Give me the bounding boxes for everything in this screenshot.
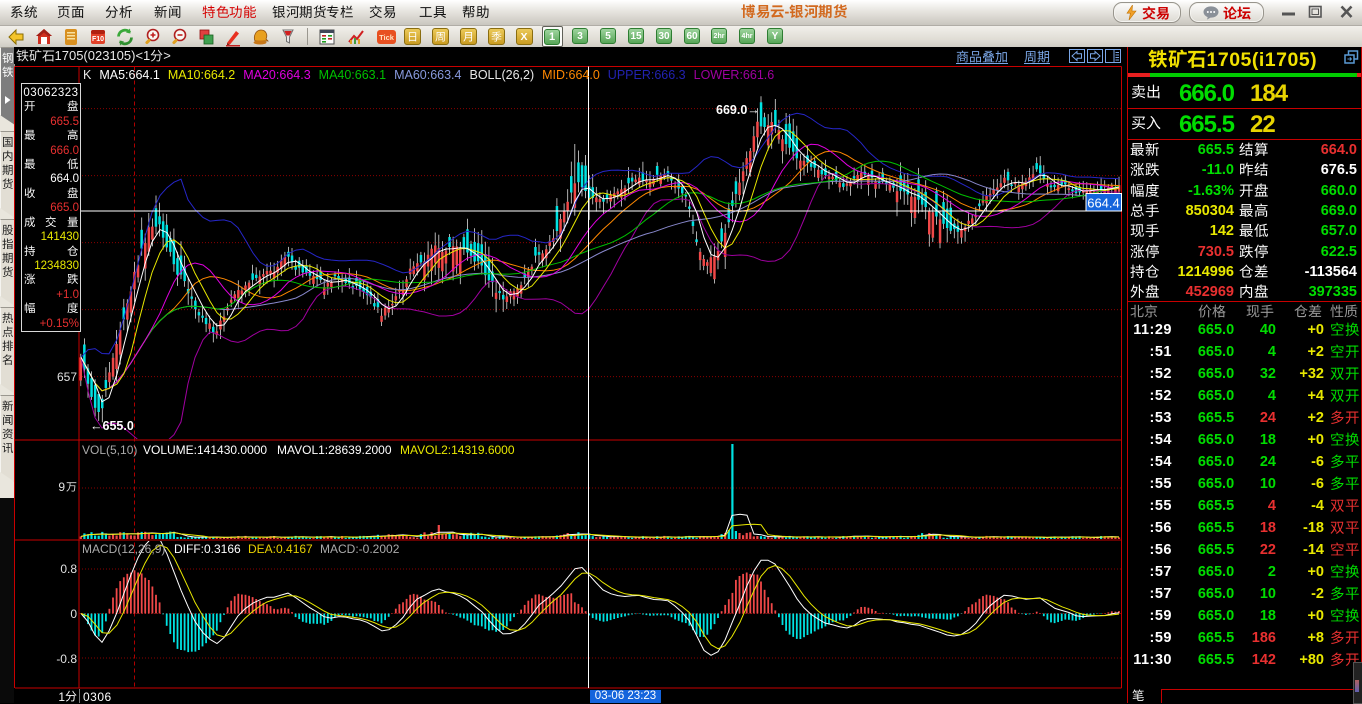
svg-text:MACD(12,26,9): MACD(12,26,9)	[82, 542, 165, 556]
svg-text:VOL(5,10): VOL(5,10)	[82, 443, 137, 457]
svg-text:0: 0	[70, 607, 77, 621]
svg-text:657: 657	[57, 370, 77, 384]
svg-text:VOLUME:141430.0000: VOLUME:141430.0000	[143, 443, 267, 457]
svg-text:DEA:0.4167: DEA:0.4167	[248, 542, 313, 556]
svg-text:669.0→: 669.0→	[716, 103, 760, 117]
svg-text:←655.0: ←655.0	[90, 419, 134, 433]
svg-text:664.4: 664.4	[1087, 196, 1120, 211]
svg-text:-0.8: -0.8	[56, 652, 77, 666]
svg-text:DIFF:0.3166: DIFF:0.3166	[174, 542, 241, 556]
svg-text:MACD:-0.2002: MACD:-0.2002	[320, 542, 400, 556]
svg-text:MAVOL2:14319.6000: MAVOL2:14319.6000	[400, 443, 515, 457]
svg-text:MAVOL1:28639.2000: MAVOL1:28639.2000	[277, 443, 392, 457]
svg-text:9: 9	[58, 480, 65, 494]
svg-text:0.8: 0.8	[60, 562, 77, 576]
